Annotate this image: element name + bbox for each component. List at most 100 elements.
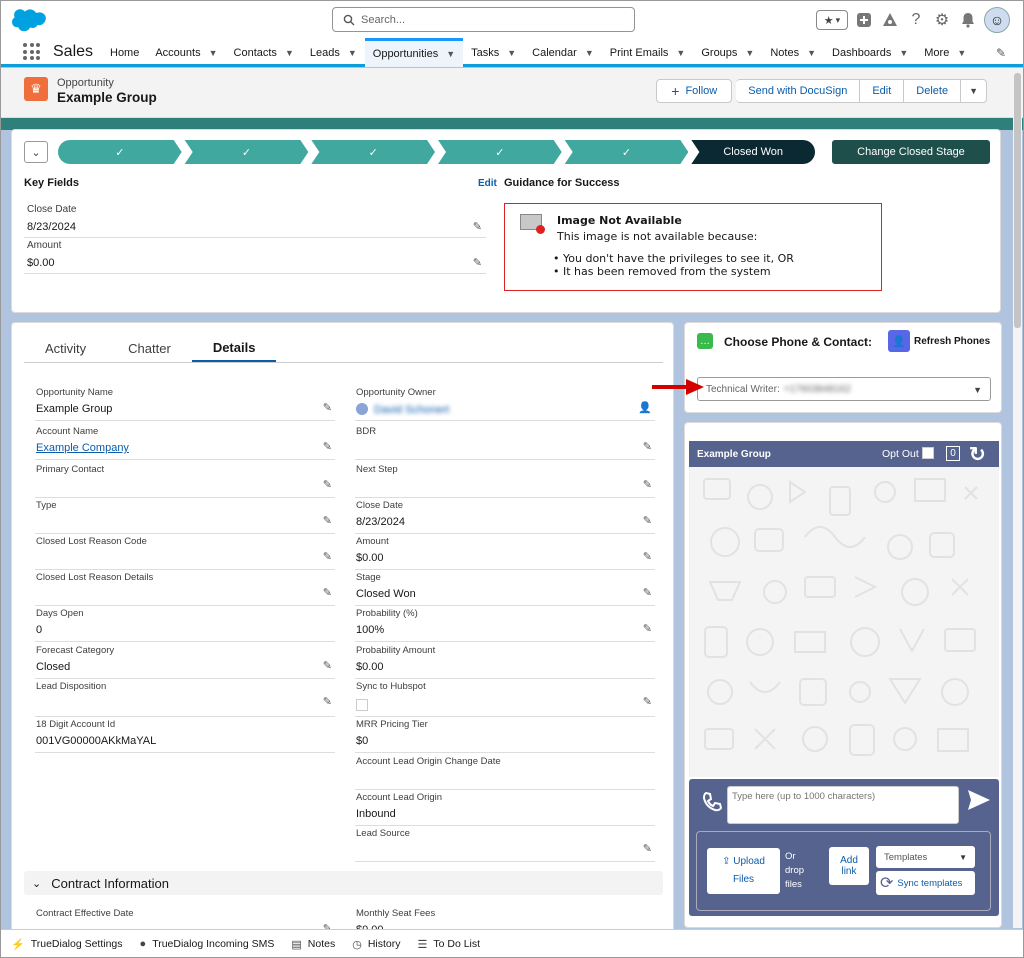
edit-pencil-icon[interactable]: ✎ (643, 478, 652, 491)
field-amount: Amount $0.00 ✎ (355, 534, 655, 570)
upload-files-button[interactable]: ⇪ Upload Files (707, 848, 780, 894)
path-toggle-button[interactable]: ⌄ (24, 141, 48, 163)
nav-item-accounts[interactable]: Accounts ▼ (147, 38, 225, 67)
utility-truedialog-incoming-sms[interactable]: ● TrueDialog Incoming SMS (135, 938, 287, 950)
nav-item-tasks[interactable]: Tasks ▼ (463, 38, 524, 67)
tab-chatter[interactable]: Chatter (107, 335, 192, 362)
edit-pencil-icon[interactable]: ✎ (643, 695, 652, 708)
chevron-down-icon[interactable]: ▼ (446, 49, 455, 59)
send-icon[interactable] (967, 789, 991, 817)
chevron-down-icon: ⌄ (32, 877, 42, 890)
phone-call-icon[interactable] (701, 790, 723, 812)
send-with-docusign-button[interactable]: Send with DocuSign (736, 79, 861, 103)
edit-pencil-icon[interactable]: ✎ (643, 586, 652, 599)
phone-contact-select[interactable]: Technical Writer: +17603848162 ▼ (697, 377, 991, 401)
key-fields-edit-link[interactable]: Edit (478, 178, 497, 189)
field-primary-contact: Primary Contact ✎ (35, 462, 335, 498)
chevron-down-icon[interactable]: ▼ (676, 48, 685, 58)
refresh-contact-icon: 👤 (888, 330, 910, 352)
global-header: Search... ★ ▾ ? ⚙ ☺ (0, 0, 1024, 38)
edit-button[interactable]: Edit (860, 79, 905, 103)
path-step-3[interactable]: ✓ (311, 140, 435, 164)
sync-to-hubspot-checkbox[interactable] (356, 699, 368, 711)
caret-down-icon[interactable]: ▼ (957, 48, 966, 58)
tab-activity[interactable]: Activity (24, 335, 107, 362)
nav-item-notes[interactable]: Notes ▼ (762, 38, 824, 67)
templates-select[interactable]: Templates ▼ (876, 846, 975, 868)
edit-pencil-icon[interactable]: ✎ (323, 478, 332, 491)
page-scrollbar[interactable] (1013, 68, 1022, 928)
favorites-button[interactable]: ★ ▾ (816, 10, 848, 30)
edit-pencil-icon[interactable]: ✎ (643, 440, 652, 453)
sync-templates-button[interactable]: ⟳ Sync templates (876, 871, 975, 895)
user-avatar[interactable]: ☺ (984, 7, 1010, 33)
trailhead-icon[interactable] (880, 10, 900, 30)
edit-pencil-icon[interactable]: ✎ (323, 695, 332, 708)
chevron-down-icon[interactable]: ▼ (807, 48, 816, 58)
opt-out-checkbox[interactable] (922, 447, 934, 459)
edit-pencil-icon[interactable]: ✎ (643, 622, 652, 635)
clock-icon: ◷ (352, 938, 362, 951)
refresh-phones-button[interactable]: 👤 Refresh Phones (888, 330, 990, 352)
edit-pencil-icon[interactable]: ✎ (473, 220, 482, 233)
message-input[interactable] (727, 786, 959, 824)
global-search[interactable]: Search... (332, 7, 635, 32)
path-step-4[interactable]: ✓ (438, 140, 562, 164)
nav-item-home[interactable]: Home (102, 38, 147, 67)
nav-item-contacts[interactable]: Contacts ▼ (226, 38, 302, 67)
account-link[interactable]: Example Company (36, 442, 129, 454)
gear-icon[interactable]: ⚙ (932, 10, 952, 30)
chevron-down-icon[interactable]: ▼ (209, 48, 218, 58)
edit-pencil-icon[interactable]: ✎ (323, 659, 332, 672)
utility-history[interactable]: ◷ History (347, 938, 412, 951)
utility-notes[interactable]: ▤ Notes (286, 938, 347, 951)
add-link-button[interactable]: Add link (829, 847, 869, 885)
choose-phone-card: … Choose Phone & Contact: 👤 Refresh Phon… (684, 322, 1002, 413)
edit-pencil-icon[interactable]: ✎ (323, 440, 332, 453)
chevron-down-icon[interactable]: ▼ (585, 48, 594, 58)
nav-item-more[interactable]: More ▼ (916, 38, 974, 67)
chevron-down-icon[interactable]: ▼ (507, 48, 516, 58)
nav-item-calendar[interactable]: Calendar ▼ (524, 38, 602, 67)
edit-pencil-icon[interactable]: ✎ (473, 256, 482, 269)
more-actions-button[interactable]: ▼ (961, 79, 987, 103)
global-create-icon[interactable] (854, 10, 874, 30)
path-step-closed-won[interactable]: Closed Won (691, 140, 816, 164)
tab-details[interactable]: Details (191, 335, 277, 362)
nav-item-dashboards[interactable]: Dashboards ▼ (824, 38, 916, 67)
owner-link[interactable]: David Schonert (374, 404, 449, 416)
section-contract-information[interactable]: ⌄ Contract Information (24, 871, 663, 895)
edit-pencil-icon[interactable]: ✎ (643, 550, 652, 563)
change-closed-stage-button[interactable]: Change Closed Stage (832, 140, 990, 164)
chevron-down-icon[interactable]: ▼ (899, 48, 908, 58)
utility-to-do-list[interactable]: ☰ To Do List (412, 938, 492, 951)
edit-pencil-icon[interactable]: ✎ (643, 514, 652, 527)
delete-button[interactable]: Delete (904, 79, 962, 103)
chevron-down-icon[interactable]: ▼ (745, 48, 754, 58)
nav-item-groups[interactable]: Groups ▼ (693, 38, 762, 67)
salesforce-logo[interactable] (12, 8, 46, 32)
edit-nav-pencil-icon[interactable]: ✎ (996, 46, 1006, 60)
edit-pencil-icon[interactable]: ✎ (323, 586, 332, 599)
chevron-down-icon[interactable]: ▼ (348, 48, 357, 58)
app-navigation: Sales Home Accounts ▼ Contacts ▼ Leads ▼ Op… (0, 38, 1024, 67)
nav-item-leads[interactable]: Leads ▼ (302, 38, 365, 67)
path-step-5[interactable]: ✓ (565, 140, 689, 164)
edit-pencil-icon[interactable]: ✎ (323, 550, 332, 563)
chevron-down-icon[interactable]: ▼ (285, 48, 294, 58)
nav-item-opportunities[interactable]: Opportunities ▼ (364, 38, 464, 67)
refresh-icon[interactable]: ↻ (969, 442, 986, 467)
help-icon[interactable]: ? (906, 10, 926, 30)
edit-pencil-icon[interactable]: ✎ (643, 842, 652, 855)
notification-bell-icon[interactable] (958, 10, 978, 30)
edit-pencil-icon[interactable]: ✎ (323, 514, 332, 527)
follow-button[interactable]: + Follow (656, 79, 733, 103)
change-owner-icon[interactable]: 👤 (638, 401, 652, 414)
path-step-1[interactable]: ✓ (58, 140, 182, 164)
app-launcher-icon[interactable] (23, 43, 40, 60)
opportunity-crown-icon: ♛ (24, 77, 48, 101)
utility-truedialog-settings[interactable]: ⚡ TrueDialog Settings (6, 938, 135, 951)
edit-pencil-icon[interactable]: ✎ (323, 401, 332, 414)
nav-item-print-emails[interactable]: Print Emails ▼ (602, 38, 694, 67)
path-step-2[interactable]: ✓ (185, 140, 309, 164)
